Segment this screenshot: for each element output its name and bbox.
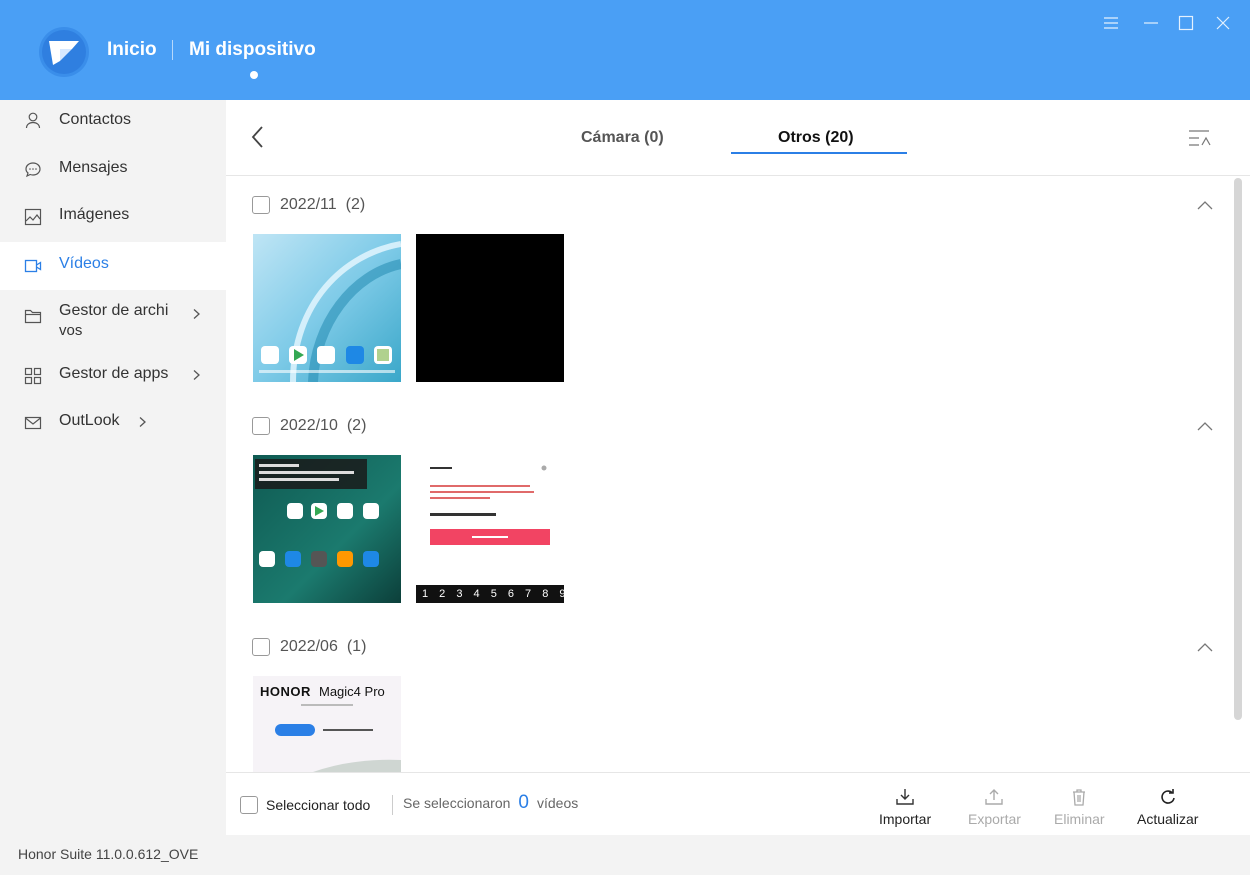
device-indicator-dot bbox=[250, 71, 258, 79]
group-checkbox[interactable] bbox=[252, 417, 270, 435]
group-count: (1) bbox=[346, 638, 367, 655]
keyboard-numbers: 1 2 3 4 5 6 7 8 9 0 bbox=[422, 588, 564, 600]
select-all-label: Seleccionar todo bbox=[266, 797, 371, 813]
group-count: (2) bbox=[346, 417, 367, 434]
sidebar-item-gestor-archivos[interactable]: Gestor de archi vos bbox=[0, 300, 226, 345]
sidebar-item-videos[interactable]: Vídeos bbox=[0, 242, 226, 290]
title-bar: Inicio Mi dispositivo bbox=[0, 0, 1250, 100]
toolbar-divider bbox=[392, 795, 393, 815]
selection-count: 0 bbox=[518, 792, 529, 813]
import-button[interactable]: Importar bbox=[879, 787, 931, 827]
hamburger-menu-icon bbox=[1104, 17, 1118, 29]
export-button[interactable]: Exportar bbox=[968, 787, 1021, 827]
thumbnail-image bbox=[275, 704, 401, 772]
selection-suffix: vídeos bbox=[536, 795, 579, 811]
minimize-icon bbox=[1144, 22, 1158, 24]
apps-grid-icon bbox=[24, 367, 42, 385]
chevron-right-icon bbox=[139, 417, 146, 427]
menu-button[interactable] bbox=[1100, 12, 1122, 34]
refresh-icon bbox=[1161, 789, 1175, 804]
chat-bubble-icon bbox=[25, 162, 41, 178]
bottom-toolbar: Seleccionar todo Se seleccionaron 0 víde… bbox=[226, 772, 1250, 835]
header-divider bbox=[226, 175, 1250, 176]
import-label: Importar bbox=[879, 811, 932, 827]
sidebar-item-label: Imágenes bbox=[59, 206, 130, 223]
thumbnail-image bbox=[416, 455, 564, 603]
sidebar-item-contactos[interactable]: Contactos bbox=[0, 108, 226, 138]
person-icon bbox=[25, 112, 41, 129]
main-content: Cámara (0) Otros (20) 2022/11 (2) 2022/1… bbox=[226, 100, 1250, 835]
chevron-up-icon[interactable] bbox=[1196, 420, 1214, 432]
export-icon bbox=[985, 789, 1004, 805]
honor-suite-logo bbox=[39, 27, 89, 77]
sidebar-item-label: Contactos bbox=[59, 111, 132, 128]
sidebar-item-label: Gestor de apps bbox=[59, 365, 169, 382]
thumbnail-image bbox=[253, 455, 401, 603]
tab-camara[interactable]: Cámara (0) bbox=[581, 129, 664, 147]
mail-icon bbox=[24, 416, 42, 430]
video-thumbnail[interactable] bbox=[253, 455, 401, 603]
sort-icon[interactable] bbox=[1187, 128, 1213, 148]
close-button[interactable] bbox=[1212, 12, 1234, 34]
group-checkbox[interactable] bbox=[252, 638, 270, 656]
version-label: Honor Suite 11.0.0.612_OVE bbox=[18, 846, 199, 862]
sidebar-item-outlook[interactable]: OutLook bbox=[0, 409, 226, 439]
chevron-right-icon bbox=[193, 370, 200, 380]
tab-otros[interactable]: Otros (20) bbox=[778, 129, 854, 147]
group-date: 2022/11 bbox=[280, 196, 337, 213]
trash-icon bbox=[1073, 789, 1086, 806]
maximize-button[interactable] bbox=[1175, 12, 1197, 34]
refresh-label: Actualizar bbox=[1137, 811, 1199, 827]
group-checkbox[interactable] bbox=[252, 196, 270, 214]
group-count: (2) bbox=[345, 196, 366, 213]
maximize-icon bbox=[1178, 15, 1194, 31]
home-link[interactable]: Inicio bbox=[107, 39, 157, 61]
sidebar-item-label: Vídeos bbox=[59, 255, 109, 272]
select-all-control[interactable]: Seleccionar todo bbox=[240, 796, 370, 814]
group-date: 2022/06 bbox=[280, 638, 338, 655]
group-header: 2022/06 (1) bbox=[252, 638, 366, 656]
select-all-checkbox[interactable] bbox=[240, 796, 258, 814]
sidebar-item-imagenes[interactable]: Imágenes bbox=[0, 203, 226, 233]
refresh-button[interactable]: Actualizar bbox=[1137, 787, 1198, 827]
active-tab-underline bbox=[731, 152, 907, 154]
my-device-title[interactable]: Mi dispositivo bbox=[189, 39, 316, 61]
folder-icon bbox=[24, 309, 42, 324]
selection-prefix: Se seleccionaron bbox=[403, 795, 511, 811]
sidebar-item-label-line1: Gestor de archi bbox=[59, 302, 169, 319]
scrollbar[interactable] bbox=[1234, 178, 1242, 720]
sidebar-item-label-line2: vos bbox=[59, 322, 83, 339]
video-thumbnail[interactable]: HONOR Magic4 Pro bbox=[253, 676, 401, 772]
group-date: 2022/10 bbox=[280, 417, 338, 434]
sidebar-item-label: Mensajes bbox=[59, 159, 128, 176]
group-header: 2022/10 (2) bbox=[252, 417, 366, 435]
delete-label: Eliminar bbox=[1054, 811, 1105, 827]
chevron-up-icon[interactable] bbox=[1196, 641, 1214, 653]
image-icon bbox=[24, 208, 42, 226]
chevron-up-icon[interactable] bbox=[1196, 199, 1214, 211]
close-icon bbox=[1216, 16, 1230, 30]
chevron-right-icon bbox=[193, 309, 200, 319]
group-header: 2022/11 (2) bbox=[252, 196, 365, 214]
video-thumbnail[interactable] bbox=[253, 234, 401, 382]
title-divider bbox=[172, 40, 173, 60]
video-icon bbox=[24, 259, 42, 273]
sidebar-item-mensajes[interactable]: Mensajes bbox=[0, 156, 226, 186]
back-arrow-icon[interactable] bbox=[248, 124, 268, 150]
video-thumbnail[interactable] bbox=[416, 234, 564, 382]
sidebar-item-label: OutLook bbox=[59, 412, 120, 429]
thumbnail-image bbox=[253, 234, 401, 382]
sidebar: Contactos Mensajes Imágenes Vídeos Gesto… bbox=[0, 100, 226, 835]
selection-status: Se seleccionaron 0 vídeos bbox=[403, 792, 578, 814]
video-thumbnail[interactable]: 1 2 3 4 5 6 7 8 9 0 bbox=[416, 455, 564, 603]
delete-button[interactable]: Eliminar bbox=[1054, 787, 1105, 827]
import-icon bbox=[896, 789, 914, 805]
minimize-button[interactable] bbox=[1140, 12, 1162, 34]
sidebar-item-gestor-apps[interactable]: Gestor de apps bbox=[0, 362, 226, 392]
export-label: Exportar bbox=[968, 811, 1021, 827]
